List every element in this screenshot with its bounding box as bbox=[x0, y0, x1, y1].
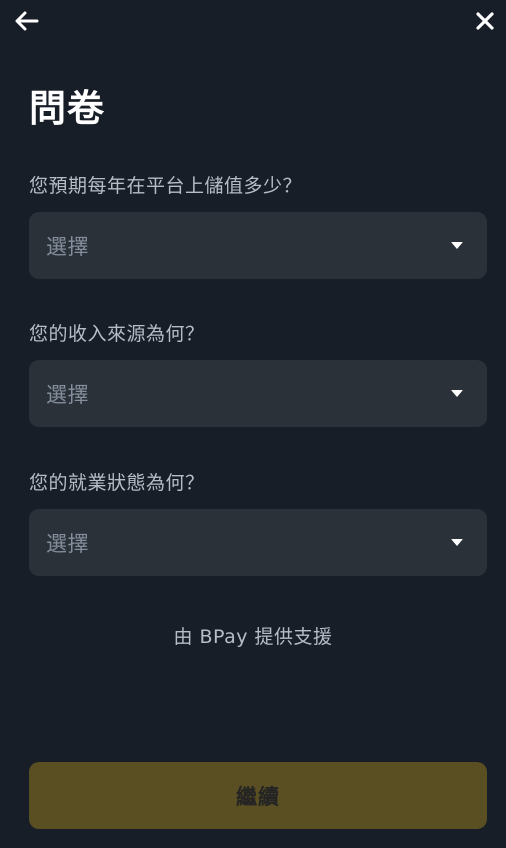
continue-button[interactable]: 繼續 bbox=[29, 762, 487, 829]
page-title: 問卷 bbox=[29, 87, 105, 130]
question-income-source: 您的收入來源為何？ 選擇 bbox=[29, 320, 487, 427]
question-annual-deposit: 您預期每年在平台上儲值多少？ 選擇 bbox=[29, 172, 487, 279]
question-label: 您預期每年在平台上儲值多少？ bbox=[29, 175, 303, 197]
top-bar bbox=[0, 0, 506, 44]
close-icon bbox=[476, 12, 494, 30]
caret-down-icon bbox=[451, 390, 463, 397]
income-source-select[interactable]: 選擇 bbox=[29, 360, 487, 427]
continue-label: 繼續 bbox=[236, 784, 280, 809]
question-label: 您的收入來源為何？ bbox=[29, 323, 205, 345]
question-employment-status: 您的就業狀態為何？ 選擇 bbox=[29, 469, 487, 576]
caret-down-icon bbox=[451, 539, 463, 546]
select-placeholder: 選擇 bbox=[46, 382, 89, 407]
question-label: 您的就業狀態為何？ bbox=[29, 472, 205, 494]
annual-deposit-select[interactable]: 選擇 bbox=[29, 212, 487, 279]
employment-status-select[interactable]: 選擇 bbox=[29, 509, 487, 576]
arrow-left-icon bbox=[15, 11, 39, 31]
select-placeholder: 選擇 bbox=[46, 234, 89, 259]
caret-down-icon bbox=[451, 242, 463, 249]
back-button[interactable] bbox=[10, 4, 44, 38]
powered-by-text: 由 BPay 提供支援 bbox=[173, 626, 333, 648]
select-placeholder: 選擇 bbox=[46, 531, 89, 556]
close-button[interactable] bbox=[468, 4, 502, 38]
questionnaire-screen: 問卷 您預期每年在平台上儲值多少？ 選擇 您的收入來源為何？ 選擇 您的就業狀態… bbox=[0, 0, 506, 848]
